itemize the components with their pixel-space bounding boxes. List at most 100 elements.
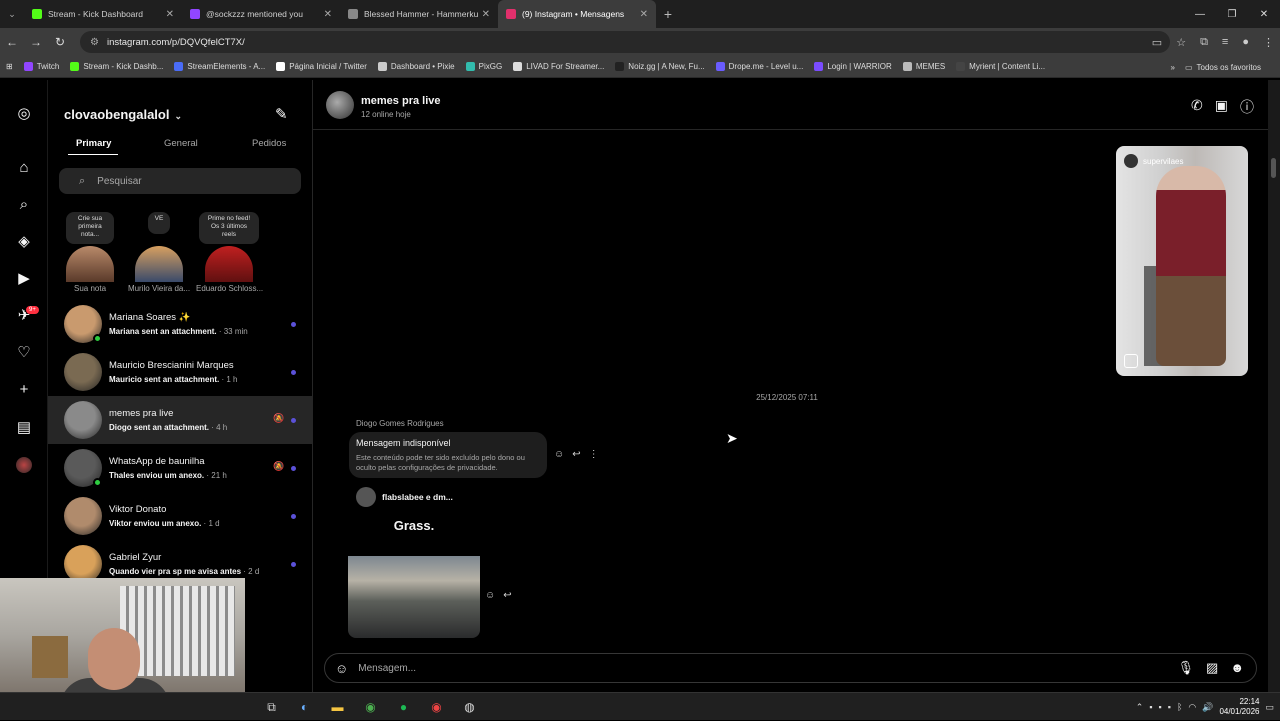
sticker-icon[interactable]: ☻ [1230, 660, 1244, 676]
tab-requests[interactable]: Pedidos [252, 138, 286, 149]
bookmark-item[interactable]: Login | WARRIOR [814, 62, 892, 71]
chrome-active-icon[interactable]: ◉ [427, 700, 446, 714]
tray-app-icon[interactable]: ▪ [1168, 702, 1171, 712]
create-icon[interactable]: + [14, 379, 34, 399]
page-scrollbar[interactable] [1268, 80, 1280, 692]
new-tab-button[interactable]: + [656, 6, 680, 22]
reading-list-icon[interactable]: ≡ [1222, 36, 1228, 48]
restore-icon[interactable]: ❐ [1216, 0, 1248, 28]
bookmark-item[interactable]: PixGG [465, 62, 502, 71]
more-options-icon[interactable]: ⋮ [589, 449, 599, 460]
menu-icon[interactable]: ⋮ [1263, 36, 1274, 49]
search-icon[interactable]: ⌕ [14, 194, 34, 214]
tray-app-icon[interactable]: ▪ [1159, 702, 1162, 712]
conversation-item[interactable]: Mariana Soares ✨ Mariana sent an attachme… [48, 300, 312, 348]
tab-search-icon[interactable]: ⌄ [0, 0, 24, 28]
message-input[interactable]: ☺ Mensagem... 🎙 ▨ ☻ [324, 653, 1257, 683]
notification-center-icon[interactable]: ▭ [1265, 702, 1274, 713]
bluetooth-icon[interactable]: ᛒ [1177, 702, 1182, 712]
close-tab-icon[interactable]: ✕ [324, 9, 332, 20]
copilot-icon[interactable]: ◐ [295, 700, 314, 714]
conversation-item[interactable]: WhatsApp de baunilha Thales enviou um ane… [48, 444, 312, 492]
unavailable-message[interactable]: Mensagem indisponível Este conteúdo pode… [349, 432, 547, 478]
explore-icon[interactable]: ◈ [14, 231, 34, 251]
reload-icon[interactable]: ↻ [48, 35, 72, 49]
phone-icon[interactable]: ✆ [1191, 97, 1203, 117]
react-emoji-icon[interactable]: ☺ [554, 449, 564, 460]
browser-tab[interactable]: Blessed Hammer - Hammerkur ✕ [340, 0, 498, 28]
conversation-item[interactable]: Viktor Donato Viktor enviou um anexo. · 1… [48, 492, 312, 540]
conversation-item[interactable]: memes pra live Diogo sent an attachment. … [48, 396, 312, 444]
emoji-icon[interactable]: ☺ [335, 661, 348, 676]
bookmark-item[interactable]: Myrient | Content Li... [956, 62, 1045, 71]
reply-icon[interactable]: ↩ [503, 590, 511, 601]
profile-avatar[interactable] [16, 457, 32, 473]
shared-reel[interactable]: supervilaes [1116, 146, 1248, 376]
extensions-icon[interactable]: ⧉ [1200, 36, 1208, 49]
bookmark-item[interactable]: LIVAD For Streamer... [513, 62, 604, 71]
instagram-logo-icon[interactable]: ◎ [14, 103, 34, 123]
all-bookmarks-folder[interactable]: ▭ Todos os favoritos [1185, 63, 1261, 72]
bookmark-item[interactable]: Twitch [23, 62, 59, 71]
browser-tab[interactable]: @sockzzz mentioned you ✕ [182, 0, 340, 28]
close-tab-icon[interactable]: ✕ [482, 9, 490, 20]
bookmark-star-icon[interactable]: ☆ [1176, 36, 1186, 49]
bookmark-item[interactable]: Dashboard • Pixie [377, 62, 455, 71]
home-icon[interactable]: ⌂ [14, 157, 34, 177]
new-message-icon[interactable]: ✎ [275, 105, 288, 123]
file-explorer-icon[interactable]: ▬ [328, 700, 347, 714]
site-info-icon[interactable]: ⚙ [90, 37, 99, 48]
minimize-icon[interactable]: — [1184, 0, 1216, 28]
video-call-icon[interactable]: ▣ [1215, 97, 1228, 117]
forward-icon[interactable]: → [24, 35, 48, 49]
account-name: clovaobengalalol [64, 107, 170, 122]
close-tab-icon[interactable]: ✕ [166, 9, 174, 20]
bookmark-item[interactable]: MEMES [902, 62, 945, 71]
close-tab-icon[interactable]: ✕ [640, 9, 648, 20]
note-item[interactable]: Prime no feed! Os 3 últimos reels Eduard… [196, 212, 263, 293]
search-input[interactable]: ⌕ Pesquisar [59, 168, 301, 194]
back-icon[interactable]: ← [0, 35, 24, 49]
volume-icon[interactable]: 🔊 [1202, 702, 1213, 713]
note-item[interactable]: Crie sua primeira nota... Sua nota [58, 212, 122, 293]
unread-dot [291, 322, 296, 327]
tab-general[interactable]: General [164, 138, 198, 149]
notifications-heart-icon[interactable]: ♡ [14, 342, 34, 362]
taskbar-clock[interactable]: 22:14 04/01/2026 [1219, 697, 1259, 717]
wifi-icon[interactable]: ◠ [1188, 702, 1196, 713]
bookmark-item[interactable]: Drope.me - Level u... [715, 62, 803, 71]
image-icon[interactable]: ▨ [1206, 660, 1218, 676]
profile-icon[interactable]: ● [1242, 36, 1249, 48]
bookmark-item[interactable]: StreamElements - A... [174, 62, 265, 71]
browser-tab[interactable]: Stream - Kick Dashboard ✕ [24, 0, 182, 28]
more-bookmarks-icon[interactable]: » [1171, 63, 1175, 72]
reply-icon[interactable]: ↩ [572, 449, 580, 460]
react-emoji-icon[interactable]: ☺ [485, 590, 495, 601]
tab-primary[interactable]: Primary [76, 138, 111, 149]
obs-icon[interactable]: ◍ [460, 700, 479, 714]
browser-tab[interactable]: (9) Instagram • Mensagens ✕ [498, 0, 656, 28]
microphone-icon[interactable]: 🎙 [1178, 660, 1195, 676]
url-field[interactable]: ⚙ instagram.com/p/DQVQfelCT7X/ [80, 31, 1170, 53]
task-view-icon[interactable]: ⧉ [262, 700, 281, 715]
conversation-item[interactable]: Mauricio Brescianini Marques Mauricio sen… [48, 348, 312, 396]
spotify-icon[interactable]: ● [394, 700, 413, 714]
account-switcher[interactable]: clovaobengalalol ⌄ [64, 107, 182, 122]
bookmark-item[interactable]: Página Inicial / Twitter [276, 62, 367, 71]
reels-icon[interactable]: ▶ [14, 268, 34, 288]
dashboard-icon[interactable]: ▤ [14, 417, 34, 437]
group-avatar[interactable] [326, 91, 354, 119]
close-window-icon[interactable]: ✕ [1248, 0, 1280, 28]
apps-grid-icon[interactable]: ⊞ [6, 62, 13, 71]
info-icon[interactable]: ⓘ [1240, 97, 1254, 117]
note-item[interactable]: VE Murilo Vieira da... [126, 212, 192, 293]
shared-post[interactable]: flabslabee e dm... Grass. [348, 482, 480, 638]
tray-overflow-icon[interactable]: ⌃ [1136, 702, 1144, 713]
bookmark-item[interactable]: Stream - Kick Dashb... [70, 62, 163, 71]
scrollbar-thumb[interactable] [1271, 158, 1276, 178]
bookmark-item[interactable]: Noiz.gg | A New, Fu... [615, 62, 705, 71]
chat-title[interactable]: memes pra live [361, 95, 441, 107]
tray-app-icon[interactable]: ▪ [1149, 702, 1152, 712]
chrome-icon[interactable]: ◉ [361, 700, 380, 714]
cast-icon[interactable]: ▭ [1152, 36, 1162, 49]
